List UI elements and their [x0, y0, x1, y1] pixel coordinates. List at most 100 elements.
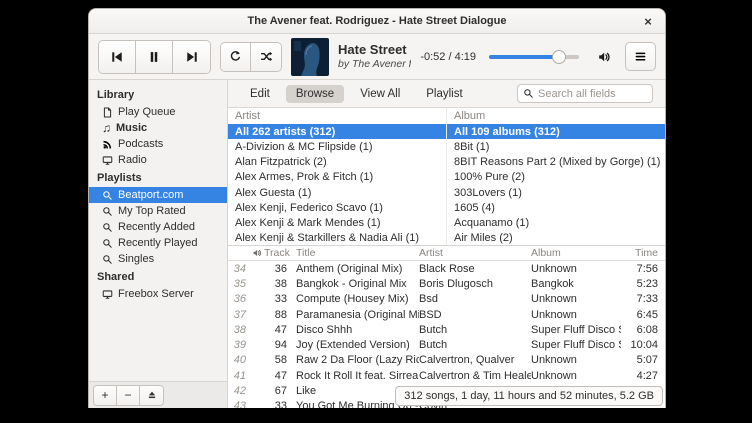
track-row[interactable]: 34 36 Anthem (Original Mix) Black Rose U… [228, 261, 665, 276]
search-field[interactable] [517, 84, 653, 103]
repeat-icon [229, 50, 242, 63]
artist-row[interactable]: A-Divizion & MC Flipside (1) [228, 139, 446, 154]
track-row[interactable]: 36 33 Compute (Housey Mix) Bsd Unknown 7… [228, 292, 665, 307]
track-list: Track Title Artist Album Time 34 36 Anth… [228, 246, 665, 408]
row-number: 42 [228, 385, 249, 397]
track-artist: Boris Dlugosch [419, 278, 531, 290]
display-icon [102, 289, 113, 300]
track-number: 47 [264, 370, 290, 382]
sidebar-item-my-top-rated[interactable]: My Top Rated [89, 203, 227, 219]
seek-slider[interactable] [489, 55, 579, 59]
sidebar-item-radio[interactable]: Radio [89, 152, 227, 168]
track-time: 4:27 [621, 370, 665, 382]
track-title: Raw 2 Da Floor (Lazy Rich Re… [290, 354, 419, 366]
track-row[interactable]: 41 47 Rock It Roll It feat. Sirreal Pip…… [228, 368, 665, 383]
tab-playlist[interactable]: Playlist [416, 85, 472, 103]
previous-button[interactable] [99, 41, 136, 73]
sidebar-item-freebox-server[interactable]: Freebox Server [89, 286, 227, 302]
album-row[interactable]: 100% Pure (2) [447, 170, 665, 185]
album-row[interactable]: 8Bit (1) [447, 139, 665, 154]
artist-row[interactable]: Alex Guesta (1) [228, 185, 446, 200]
app-window: The Avener feat. Rodriguez - Hate Street… [88, 8, 666, 408]
sidebar-item-label: My Top Rated [118, 205, 186, 217]
track-row[interactable]: 37 88 Paramanesia (Original Mix) BSD Unk… [228, 307, 665, 322]
tab-edit[interactable]: Edit [240, 85, 280, 103]
volume-button[interactable] [592, 45, 616, 69]
album-column: Album All 109 albums (312) 8Bit (1) 8BIT… [447, 108, 665, 245]
sidebar-item-singles[interactable]: Singles [89, 251, 227, 267]
album-row[interactable]: Air Miles (2) [447, 231, 665, 246]
album-art [291, 38, 329, 76]
tab-browse[interactable]: Browse [286, 85, 344, 103]
row-number: 37 [228, 309, 249, 321]
album-row[interactable]: 8BIT Reasons Part 2 (Mixed by Gorge) (1) [447, 155, 665, 170]
time-remaining-label: -0:52 / 4:19 [420, 51, 476, 63]
sidebar-item-label: Music [116, 122, 147, 134]
artist-column-header[interactable]: Artist [419, 247, 531, 259]
track-row[interactable]: 38 47 Disco Shhh Butch Super Fluff Disco… [228, 322, 665, 337]
next-button[interactable] [173, 41, 210, 73]
album-row[interactable]: Acquanamo (1) [447, 216, 665, 231]
title-column-header[interactable]: Title [290, 247, 419, 259]
sidebar-footer: + − [89, 381, 227, 408]
album-row[interactable]: All 109 albums (312) [447, 124, 665, 139]
shuffle-icon [260, 50, 273, 63]
track-album: Unknown [531, 354, 621, 366]
track-album: Super Fluff Disco Stuff [531, 339, 621, 351]
album-row[interactable]: 303Lovers (1) [447, 185, 665, 200]
titlebar[interactable]: The Avener feat. Rodriguez - Hate Street… [89, 9, 665, 34]
sidebar-item-recently-added[interactable]: Recently Added [89, 219, 227, 235]
sidebar-item-label: Singles [118, 253, 154, 265]
artist-row[interactable]: Alan Fitzpatrick (2) [228, 155, 446, 170]
sidebar-header-library: Library [89, 85, 227, 104]
album-column-header[interactable]: Album [531, 247, 621, 259]
sidebar-item-beatport[interactable]: Beatport.com [89, 187, 227, 203]
artist-row[interactable]: All 262 artists (312) [228, 124, 446, 139]
playing-indicator-column-header[interactable] [249, 248, 264, 258]
close-icon[interactable]: × [640, 13, 656, 29]
artist-row[interactable]: Alex Kenji, Federico Scavo (1) [228, 200, 446, 215]
track-column-header[interactable]: Track [264, 247, 290, 259]
search-icon [102, 254, 113, 265]
track-album: Unknown [531, 263, 621, 275]
menu-button[interactable] [625, 42, 656, 71]
artist-row[interactable]: Alex Kenji & Starkillers & Nadia Ali (1) [228, 231, 446, 246]
track-time: 5:07 [621, 354, 665, 366]
track-row[interactable]: 39 94 Joy (Extended Version) Butch Super… [228, 337, 665, 352]
album-row[interactable]: 1605 (4) [447, 200, 665, 215]
track-time: 10:04 [621, 339, 665, 351]
sidebar-item-label: Podcasts [118, 138, 163, 150]
sidebar-item-music[interactable]: ♫ Music [89, 120, 227, 136]
track-artist: BSD [419, 309, 531, 321]
artist-row[interactable]: Alex Armes, Prok & Fitch (1) [228, 170, 446, 185]
library-browser: Artist All 262 artists (312) A-Divizion … [228, 108, 665, 246]
sidebar-item-podcasts[interactable]: Podcasts [89, 136, 227, 152]
track-artist: Calvertron, Qualver [419, 354, 531, 366]
shuffle-button[interactable] [251, 43, 281, 71]
search-input[interactable] [538, 88, 647, 100]
search-icon [523, 88, 534, 99]
track-row[interactable]: 40 58 Raw 2 Da Floor (Lazy Rich Re… Calv… [228, 353, 665, 368]
tab-view-all[interactable]: View All [350, 85, 410, 103]
time-column-header[interactable]: Time [621, 247, 665, 259]
pause-icon [147, 50, 161, 64]
pause-button[interactable] [136, 41, 173, 73]
track-number: 67 [264, 385, 290, 397]
track-row[interactable]: 35 38 Bangkok - Original Mix Boris Dlugo… [228, 276, 665, 291]
eject-button[interactable] [140, 386, 163, 405]
track-time: 7:56 [621, 263, 665, 275]
remove-playlist-button[interactable]: − [117, 386, 140, 405]
sidebar-header-playlists: Playlists [89, 168, 227, 187]
next-icon [185, 50, 199, 64]
repeat-button[interactable] [221, 43, 251, 71]
track-album: Unknown [531, 370, 621, 382]
track-number: 47 [264, 324, 290, 336]
track-title: Anthem (Original Mix) [290, 263, 419, 275]
sidebar-item-recently-played[interactable]: Recently Played [89, 235, 227, 251]
display-icon [102, 155, 113, 166]
artist-row[interactable]: Alex Kenji & Mark Mendes (1) [228, 216, 446, 231]
track-artist: Butch [419, 339, 531, 351]
add-playlist-button[interactable]: + [94, 386, 117, 405]
seek-slider-handle[interactable] [552, 50, 566, 64]
sidebar-item-play-queue[interactable]: Play Queue [89, 104, 227, 120]
